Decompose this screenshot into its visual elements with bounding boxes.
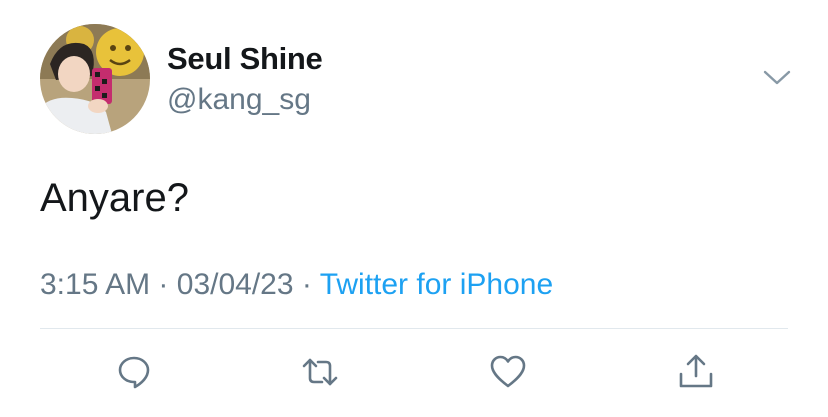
tweet-time: 3:15 AM — [40, 268, 151, 301]
tweet-meta: 3:15 AM · 03/04/23 · Twitter for iPhone — [40, 266, 553, 304]
tweet: Seul Shine @kang_sg Anyare? 3:15 AM · 03… — [0, 0, 828, 417]
tweet-text: Anyare? — [40, 176, 189, 220]
like-button[interactable] — [488, 352, 528, 392]
avatar[interactable] — [40, 24, 150, 134]
share-button[interactable] — [676, 352, 716, 392]
share-icon — [679, 354, 713, 388]
reply-icon — [118, 356, 150, 389]
avatar-image — [40, 24, 150, 134]
retweet-button[interactable] — [300, 352, 340, 392]
display-name[interactable]: Seul Shine — [167, 40, 323, 78]
reply-button[interactable] — [114, 352, 154, 392]
meta-separator: · — [158, 268, 169, 301]
divider — [40, 328, 788, 329]
meta-separator: · — [301, 268, 312, 301]
heart-icon — [490, 355, 526, 388]
tweet-date: 03/04/23 — [176, 268, 294, 301]
user-handle[interactable]: @kang_sg — [167, 82, 311, 118]
tweet-source-link[interactable]: Twitter for iPhone — [320, 268, 553, 301]
chevron-down-icon[interactable] — [762, 66, 792, 88]
retweet-icon — [302, 358, 338, 386]
